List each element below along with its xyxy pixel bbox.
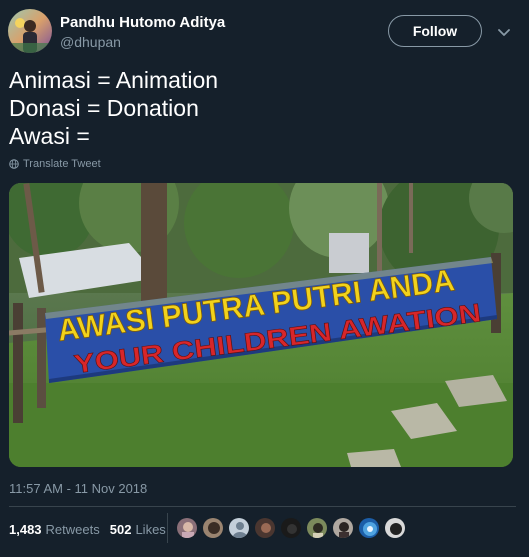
divider xyxy=(167,513,168,543)
likes-count[interactable]: 502 xyxy=(110,522,132,537)
likes-label[interactable]: Likes xyxy=(135,522,165,537)
globe-icon xyxy=(9,159,19,169)
tweet-timestamp[interactable]: 11:57 AM - 11 Nov 2018 xyxy=(9,481,147,496)
liker-avatar[interactable] xyxy=(280,517,302,539)
liker-avatar[interactable] xyxy=(358,517,380,539)
author-avatar[interactable] xyxy=(8,9,52,53)
liker-avatar[interactable] xyxy=(306,517,328,539)
tweet-text-line: Animasi = Animation xyxy=(9,67,219,93)
tweet-text: Animasi = Animation Donasi = Donation Aw… xyxy=(9,66,509,150)
translate-tweet-link[interactable]: Translate Tweet xyxy=(9,158,101,170)
chevron-down-icon[interactable] xyxy=(496,24,512,40)
liker-avatars xyxy=(176,517,406,539)
liker-avatar[interactable] xyxy=(176,517,198,539)
liker-avatar[interactable] xyxy=(384,517,406,539)
tweet-photo[interactable]: AWASI PUTRA PUTRI ANDA YOUR CHILDREN AWA… xyxy=(9,183,513,467)
translate-tweet-label: Translate Tweet xyxy=(23,158,101,170)
divider xyxy=(9,506,516,507)
liker-avatar[interactable] xyxy=(202,517,224,539)
retweets-label[interactable]: Retweets xyxy=(46,522,100,537)
tweet-text-line: Donasi = Donation xyxy=(9,95,199,121)
author-display-name[interactable]: Pandhu Hutomo Aditya xyxy=(60,14,225,31)
follow-button[interactable]: Follow xyxy=(388,15,482,47)
tweet-stats: 1,483 Retweets 502 Likes xyxy=(9,519,166,539)
liker-avatar[interactable] xyxy=(332,517,354,539)
retweets-count[interactable]: 1,483 xyxy=(9,522,42,537)
author-handle[interactable]: @dhupan xyxy=(60,34,121,50)
tweet-text-line: Awasi = xyxy=(9,123,90,149)
liker-avatar[interactable] xyxy=(228,517,250,539)
liker-avatar[interactable] xyxy=(254,517,276,539)
tweet-card: Pandhu Hutomo Aditya @dhupan Follow Anim… xyxy=(0,0,529,557)
